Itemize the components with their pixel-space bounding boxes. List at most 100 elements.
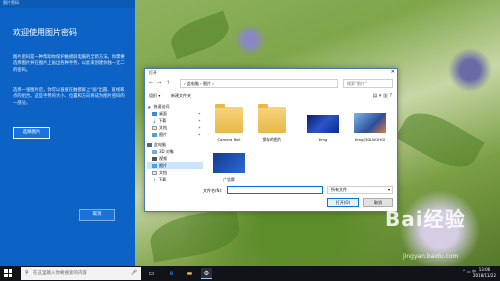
- sidebar-item-documents-pc[interactable]: 文档: [147, 169, 203, 176]
- open-button[interactable]: 打开(O): [327, 198, 359, 207]
- baidu-watermark-logo: Bai经验: [385, 207, 466, 231]
- taskbar: ⚲ 在这里输入你要搜索的内容 🎤︎ ▭ e ▬ ⚙ ^ ▭ 中 13:06 20…: [0, 266, 500, 281]
- folder-icon: [215, 104, 243, 133]
- file-item-camera-roll[interactable]: Camera Roll: [209, 104, 249, 147]
- choose-picture-button[interactable]: 选择图片: [13, 127, 50, 139]
- dialog-title: 打开: [149, 70, 157, 75]
- sidebar-item-this-pc[interactable]: 此电脑: [147, 141, 203, 148]
- file-item-billboard[interactable]: 广告牌: [209, 147, 249, 187]
- address-bar-row: ← → ↑ › 此电脑 › 图片 › 搜索"图片": [147, 79, 395, 88]
- sidebar-item-documents[interactable]: 文档 ✦: [147, 124, 203, 131]
- edge-browser-icon[interactable]: e: [166, 268, 177, 279]
- panel-cancel-button[interactable]: 取消: [79, 209, 115, 221]
- dialog-titlebar: 打开 ✕: [145, 69, 397, 77]
- close-icon[interactable]: ✕: [391, 69, 395, 76]
- video-icon: [152, 157, 157, 161]
- sidebar-item-downloads[interactable]: ↓ 下载 ✦: [147, 117, 203, 125]
- file-name: 广告牌: [223, 177, 235, 182]
- desktop-icon: [152, 112, 157, 116]
- panel-window-title: 图片密码: [3, 0, 19, 5]
- panel-titlebar: 图片密码: [0, 0, 135, 8]
- sidebar-item-label: 下载: [158, 118, 167, 123]
- file-name: 保存的图片: [262, 137, 282, 142]
- sidebar-item-label: 视频: [159, 156, 167, 161]
- clock-date: 2018/11/22: [472, 273, 496, 278]
- windows-start-icon[interactable]: [4, 269, 12, 277]
- file-item-timg-3dlw1hgi[interactable]: timg(3DLW1HGI: [350, 107, 390, 147]
- dialog-toolbar: 组织 ▾ 新建文件夹 ▤ ▾ ▥ ?: [147, 92, 395, 100]
- sidebar-item-3d-objects[interactable]: 3D 对象: [147, 148, 203, 155]
- sidebar-item-label: 图片: [159, 132, 167, 137]
- panel-intro-text: 图片密码是一种帮助你保护触摸屏电脑的全新方法。你需要选择图片并在图片上画出各种手…: [13, 55, 125, 73]
- picture-password-panel: 图片密码 欢迎使用图片密码 图片密码是一种帮助你保护触摸屏电脑的全新方法。你需要…: [0, 0, 135, 266]
- panel-instructions-text: 选择一张图片后，你可以直接在触摸屏上"画"出圆、直线和点的组合。这些手势的大小、…: [13, 88, 125, 106]
- sidebar-item-pictures[interactable]: 图片 ✦: [147, 131, 203, 138]
- pin-icon: ✦: [197, 125, 201, 130]
- file-name: timg(3DLW1HGI: [354, 137, 386, 142]
- file-item-timg[interactable]: timg: [303, 107, 343, 147]
- file-type-select[interactable]: 所有文件 ▾: [327, 186, 393, 194]
- back-arrow-icon[interactable]: ←: [149, 79, 153, 88]
- sidebar-item-label: 快速访问: [153, 104, 170, 109]
- file-item-saved-pictures[interactable]: 保存的图片: [252, 104, 292, 147]
- folder-icon: [258, 104, 286, 133]
- file-type-value: 所有文件: [331, 187, 347, 192]
- pin-icon: ✦: [197, 132, 201, 137]
- search-icon: ⚲: [25, 270, 29, 276]
- picture-icon: [152, 133, 157, 137]
- sidebar-item-label: 3D 对象: [159, 149, 174, 154]
- sidebar-item-downloads-pc[interactable]: ↓ 下载: [147, 176, 203, 181]
- taskbar-search-placeholder: 在这里输入你要搜索的内容: [33, 271, 87, 276]
- dialog-footer: 文件名(N): 所有文件 ▾ 打开(O) 取消: [145, 185, 397, 211]
- sidebar-item-label: 文档: [159, 170, 167, 175]
- open-file-dialog: 打开 ✕ ← → ↑ › 此电脑 › 图片 › 搜索"图片" 组织 ▾ 新建文件…: [144, 68, 398, 212]
- chevron-down-icon: ▾: [387, 187, 390, 192]
- file-name: Camera Roll: [217, 137, 241, 142]
- download-icon: ↓: [152, 178, 157, 181]
- cube-icon: [152, 150, 157, 154]
- image-thumbnail: [307, 115, 339, 133]
- document-icon: [152, 171, 157, 175]
- pin-icon: ✦: [197, 118, 201, 123]
- forward-arrow-icon[interactable]: →: [157, 79, 161, 88]
- picture-icon: [152, 164, 157, 168]
- file-list: Camera Roll 保存的图片 timg timg(3DLW1HGI 广告牌: [207, 103, 395, 182]
- task-view-icon[interactable]: ▭: [146, 268, 157, 279]
- download-icon: ↓: [152, 119, 157, 125]
- up-arrow-icon[interactable]: ↑: [166, 79, 170, 88]
- star-icon: ★: [147, 105, 152, 111]
- wallpaper-leaf: [166, 10, 234, 60]
- sidebar-item-videos[interactable]: 视频: [147, 155, 203, 162]
- search-input[interactable]: 搜索"图片": [343, 79, 393, 88]
- file-name: timg: [318, 137, 328, 142]
- new-folder-button[interactable]: 新建文件夹: [171, 93, 191, 99]
- clock[interactable]: 13:06 2018/11/22: [473, 267, 496, 279]
- sidebar-item-label: 文档: [159, 125, 167, 130]
- taskbar-search-input[interactable]: ⚲ 在这里输入你要搜索的内容 🎤︎: [21, 267, 141, 280]
- filename-input[interactable]: [227, 186, 323, 194]
- image-thumbnail: [354, 113, 386, 133]
- microphone-icon[interactable]: 🎤︎: [131, 267, 137, 280]
- file-explorer-icon[interactable]: ▬: [184, 268, 195, 279]
- panel-heading: 欢迎使用图片密码: [13, 28, 77, 37]
- computer-icon: [147, 143, 152, 147]
- navigation-pane: ★ 快速访问 桌面 ✦ ↓ 下载 ✦ 文档 ✦ 图片 ✦ 此电脑 3D 对象 视频 图片 文…: [147, 103, 203, 181]
- filename-label: 文件名(N):: [203, 188, 223, 193]
- sidebar-item-pictures-pc[interactable]: 图片: [147, 162, 203, 169]
- view-options-icon[interactable]: ▤ ▾ ▥ ?: [373, 93, 392, 99]
- sidebar-item-label: 此电脑: [154, 142, 166, 147]
- sidebar-item-label: 下载: [158, 177, 167, 181]
- sidebar-item-desktop[interactable]: 桌面 ✦: [147, 110, 203, 117]
- pin-icon: ✦: [197, 111, 201, 116]
- wallpaper-leaf: [395, 102, 485, 178]
- wallpaper-leaf: [147, 207, 243, 263]
- sidebar-item-quick-access[interactable]: ★ 快速访问: [147, 103, 203, 111]
- address-bar[interactable]: › 此电脑 › 图片 ›: [180, 79, 338, 88]
- sidebar-item-label: 图片: [159, 163, 167, 168]
- image-thumbnail: [213, 153, 245, 173]
- organize-menu[interactable]: 组织 ▾: [149, 93, 160, 99]
- document-icon: [152, 126, 157, 130]
- watermark-url: jingyan.baidu.com: [403, 253, 459, 260]
- settings-gear-icon[interactable]: ⚙: [201, 268, 212, 279]
- sidebar-item-label: 桌面: [159, 111, 167, 116]
